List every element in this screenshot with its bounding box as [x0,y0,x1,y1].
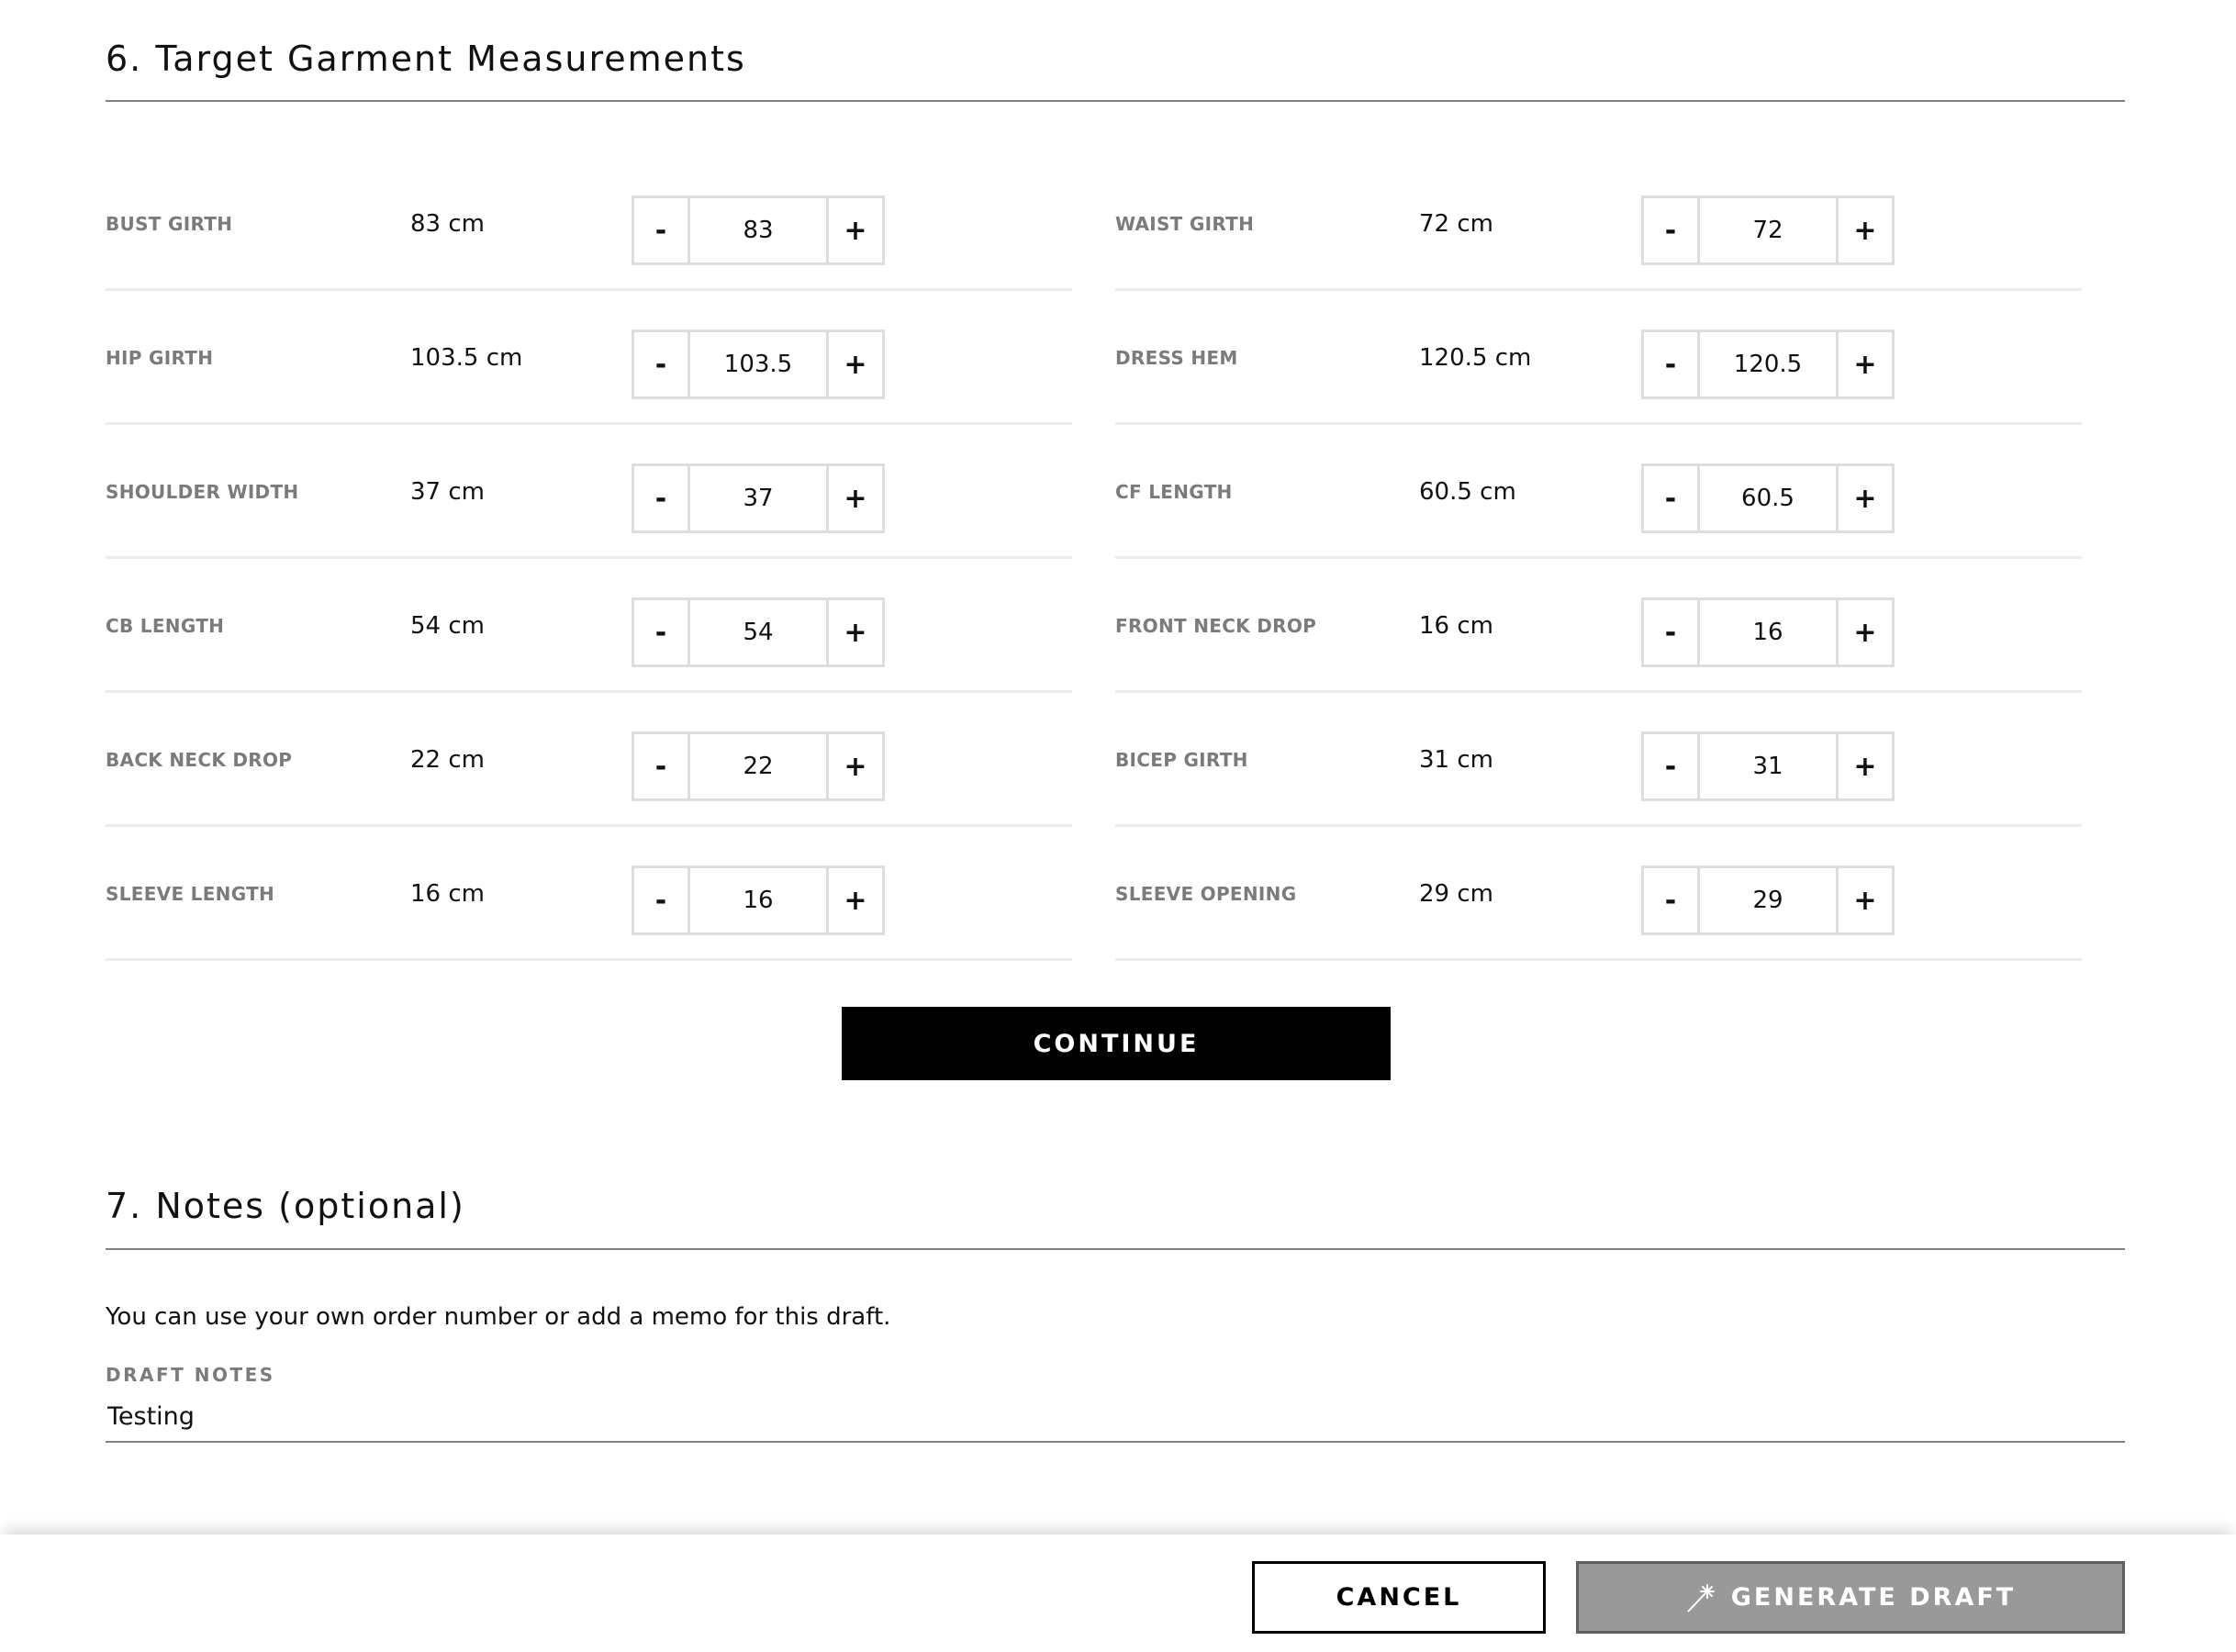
increment-button[interactable]: + [1836,466,1892,530]
increment-button[interactable]: + [1836,734,1892,798]
measurement-display-value: 54 cm [410,612,485,640]
measurement-stepper: - + [1641,195,1895,265]
measurement-stepper: - + [632,195,885,265]
decrement-button[interactable]: - [1644,198,1700,262]
section-divider [106,100,2125,102]
measurement-display-value: 31 cm [1419,746,1493,774]
row-divider [1115,958,2082,961]
decrement-button[interactable]: - [634,198,690,262]
measurement-label: CF LENGTH [1115,481,1233,503]
section-title-measurements: 6. Target Garment Measurements [106,39,746,79]
draft-notes-input[interactable] [106,1391,2125,1443]
decrement-button[interactable]: - [634,868,690,932]
decrement-button[interactable]: - [634,466,690,530]
generate-draft-label: GENERATE DRAFT [1730,1583,2017,1612]
notes-description: You can use your own order number or add… [106,1303,891,1331]
decrement-button[interactable]: - [1644,868,1700,932]
measurement-label: WAIST GIRTH [1115,213,1255,235]
measurement-label: FRONT NECK DROP [1115,615,1317,637]
measurement-stepper: - + [632,329,885,399]
increment-button[interactable]: + [1836,868,1892,932]
measurement-label: BACK NECK DROP [106,749,293,771]
measurement-stepper: - + [1641,597,1895,667]
measurement-display-value: 16 cm [410,880,485,908]
measurement-row-left: BACK NECK DROP 22 cm - + [106,693,1072,827]
measurement-display-value: 103.5 cm [410,344,523,372]
measurement-display-value: 83 cm [410,210,485,238]
measurement-row-right: BICEP GIRTH 31 cm - + [1115,693,2082,827]
measurement-label: BICEP GIRTH [1115,749,1248,771]
measurement-row-left: BUST GIRTH 83 cm - + [106,157,1072,291]
measurement-label: SLEEVE LENGTH [106,883,275,905]
measurement-input[interactable] [1700,198,1836,262]
measurement-label: CB LENGTH [106,615,225,637]
measurement-label: SHOULDER WIDTH [106,481,299,503]
measurement-display-value: 37 cm [410,478,485,506]
generate-draft-button[interactable]: GENERATE DRAFT [1576,1561,2125,1634]
increment-button[interactable]: + [826,734,882,798]
decrement-button[interactable]: - [1644,332,1700,396]
measurement-label: BUST GIRTH [106,213,233,235]
measurement-input[interactable] [690,332,826,396]
measurement-input[interactable] [1700,466,1836,530]
section-title-notes: 7. Notes (optional) [106,1186,465,1226]
measurement-stepper: - + [1641,731,1895,801]
measurement-row-right: SLEEVE OPENING 29 cm - + [1115,827,2082,961]
measurement-stepper: - + [1641,329,1895,399]
measurement-row-right: CF LENGTH 60.5 cm - + [1115,425,2082,559]
measurement-display-value: 29 cm [1419,880,1493,908]
continue-button[interactable]: CONTINUE [842,1007,1391,1080]
decrement-button[interactable]: - [634,734,690,798]
measurement-row-right: FRONT NECK DROP 16 cm - + [1115,559,2082,693]
increment-button[interactable]: + [826,868,882,932]
increment-button[interactable]: + [826,332,882,396]
decrement-button[interactable]: - [634,332,690,396]
measurement-input[interactable] [690,198,826,262]
cancel-button[interactable]: CANCEL [1252,1561,1546,1634]
increment-button[interactable]: + [1836,198,1892,262]
measurement-input[interactable] [690,868,826,932]
measurement-display-value: 72 cm [1419,210,1493,238]
measurement-row-left: CB LENGTH 54 cm - + [106,559,1072,693]
measurement-row-left: HIP GIRTH 103.5 cm - + [106,291,1072,425]
measurement-stepper: - + [632,597,885,667]
measurement-row-left: SLEEVE LENGTH 16 cm - + [106,827,1072,961]
measurement-input[interactable] [1700,868,1836,932]
measurement-label: SLEEVE OPENING [1115,883,1297,905]
measurement-display-value: 120.5 cm [1419,344,1532,372]
measurement-stepper: - + [1641,463,1895,533]
measurement-stepper: - + [632,731,885,801]
measurement-display-value: 22 cm [410,746,485,774]
measurement-input[interactable] [690,600,826,664]
measurement-input[interactable] [690,734,826,798]
measurement-input[interactable] [1700,600,1836,664]
increment-button[interactable]: + [826,600,882,664]
section-divider [106,1248,2125,1250]
measurement-label: HIP GIRTH [106,347,214,369]
decrement-button[interactable]: - [1644,466,1700,530]
measurement-label: DRESS HEM [1115,347,1238,369]
increment-button[interactable]: + [1836,600,1892,664]
measurement-input[interactable] [690,466,826,530]
measurement-input[interactable] [1700,734,1836,798]
magic-wand-icon [1687,1583,1715,1613]
measurement-row-left: SHOULDER WIDTH 37 cm - + [106,425,1072,559]
draft-notes-label: DRAFT NOTES [106,1364,275,1386]
decrement-button[interactable]: - [634,600,690,664]
measurement-input[interactable] [1700,332,1836,396]
measurement-display-value: 16 cm [1419,612,1493,640]
increment-button[interactable]: + [1836,332,1892,396]
measurement-stepper: - + [632,463,885,533]
increment-button[interactable]: + [826,466,882,530]
row-divider [106,958,1072,961]
decrement-button[interactable]: - [1644,734,1700,798]
measurement-stepper: - + [632,865,885,935]
measurement-display-value: 60.5 cm [1419,478,1516,506]
decrement-button[interactable]: - [1644,600,1700,664]
measurement-row-right: DRESS HEM 120.5 cm - + [1115,291,2082,425]
measurement-stepper: - + [1641,865,1895,935]
measurement-row-right: WAIST GIRTH 72 cm - + [1115,157,2082,291]
increment-button[interactable]: + [826,198,882,262]
